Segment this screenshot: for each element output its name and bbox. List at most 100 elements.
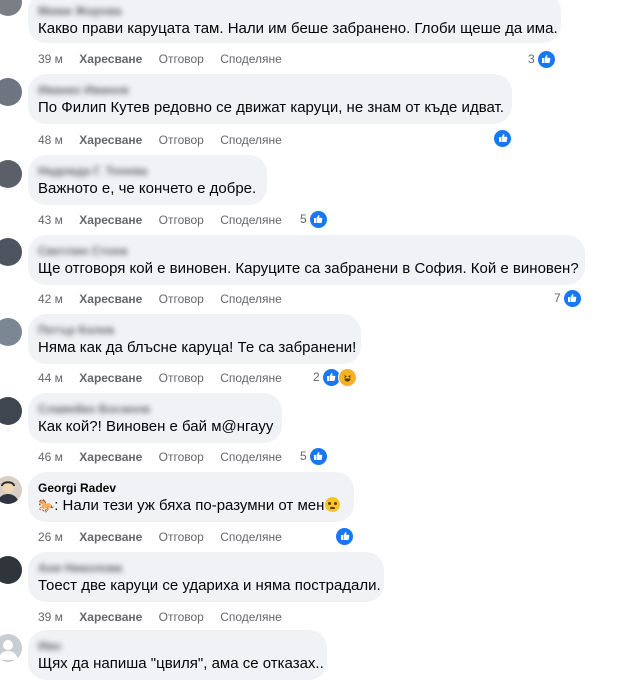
comment-author[interactable]: Надежда Г. Тонева — [38, 163, 255, 179]
comment-time[interactable]: 46 м — [38, 450, 63, 464]
reaction-summary[interactable]: 2 — [313, 367, 357, 387]
comment-bubble: Светлин Стоев Ще отговоря кой е виновен.… — [28, 235, 585, 285]
comment-bubble: Иванко Иванов По Филип Кутев редовно се … — [28, 74, 512, 124]
reaction-summary[interactable]: 7 — [554, 288, 582, 308]
comment-bubble: Мими Жорова Какво прави каруцата там. На… — [28, 0, 561, 43]
comment-text: 🐎: Нали тези уж бяха по-разумни от мен — [38, 496, 342, 516]
comment-bubble: Ани Николова Тоест две каруци се удариха… — [28, 552, 384, 602]
comment-actions: 39 м Харесване Отговор Споделяне — [38, 51, 295, 67]
comment-author[interactable]: Мими Жорова — [38, 3, 549, 19]
share-button[interactable]: Споделяне — [220, 371, 282, 385]
comment-time[interactable]: 44 м — [38, 371, 63, 385]
comment-text: Тоест две каруци се удариха и няма постр… — [38, 577, 381, 594]
comment-author[interactable]: Славейко Босанов — [38, 401, 270, 417]
comment-actions: 39 м Харесване Отговор Споделяне — [38, 609, 295, 625]
reply-button[interactable]: Отговор — [159, 292, 204, 306]
comment-text: Ще отговоря кой е виновен. Каруците са з… — [38, 260, 579, 277]
comment-actions: 44 м Харесване Отговор Споделяне — [38, 370, 295, 386]
comment-text-body: : Нали тези уж бяха по-разумни от мен — [54, 497, 325, 514]
comment-text: Как кой?! Виновен е бай м@нгауу — [38, 418, 274, 435]
like-reaction-icon — [562, 288, 582, 308]
avatar[interactable] — [0, 634, 22, 662]
like-button[interactable]: Харесване — [79, 530, 142, 544]
reaction-count: 7 — [554, 291, 561, 305]
like-reaction-icon — [335, 526, 354, 546]
reply-button[interactable]: Отговор — [159, 133, 204, 147]
comment-time[interactable]: 42 м — [38, 292, 63, 306]
reply-button[interactable]: Отговор — [159, 530, 204, 544]
reaction-summary[interactable]: 5 — [300, 446, 328, 466]
reaction-count: 2 — [313, 370, 320, 384]
reply-button[interactable]: Отговор — [159, 371, 204, 385]
like-reaction-icon — [308, 209, 328, 229]
reaction-summary[interactable] — [335, 526, 354, 546]
avatar[interactable] — [0, 0, 22, 16]
reaction-summary[interactable]: 5 — [300, 209, 328, 229]
haha-reaction-icon — [337, 367, 357, 387]
like-reaction-icon — [493, 128, 512, 148]
avatar[interactable] — [0, 476, 22, 504]
reply-button[interactable]: Отговор — [159, 610, 204, 624]
share-button[interactable]: Споделяне — [220, 610, 282, 624]
comment-author[interactable]: Иво — [38, 638, 315, 654]
reaction-count: 3 — [528, 52, 535, 66]
avatar[interactable] — [0, 556, 22, 584]
thinking-emoji-icon — [325, 497, 341, 512]
comment-bubble: Georgi Radev 🐎: Нали тези уж бяха по-раз… — [28, 472, 354, 522]
reply-button[interactable]: Отговор — [159, 52, 204, 66]
comment-author[interactable]: Georgi Radev — [38, 480, 342, 496]
comment-time[interactable]: 48 м — [38, 133, 63, 147]
like-button[interactable]: Харесване — [79, 133, 142, 147]
like-reaction-icon — [308, 446, 328, 466]
comment-time[interactable]: 43 м — [38, 213, 63, 227]
comment-bubble: Славейко Босанов Как кой?! Виновен е бай… — [28, 393, 282, 443]
like-button[interactable]: Харесване — [79, 610, 142, 624]
avatar[interactable] — [0, 78, 22, 106]
horse-emoji-icon: 🐎 — [38, 498, 55, 513]
comment-actions: 48 м Харесване Отговор Споделяне — [38, 132, 295, 148]
reaction-summary[interactable]: 3 — [528, 49, 556, 69]
avatar[interactable] — [0, 318, 22, 346]
like-button[interactable]: Харесване — [79, 371, 142, 385]
avatar[interactable] — [0, 397, 22, 425]
comment-actions: 43 м Харесване Отговор Споделяне — [38, 212, 295, 228]
share-button[interactable]: Споделяне — [220, 213, 282, 227]
comment-text: Няма как да блъсне каруца! Те са забране… — [38, 339, 357, 356]
comment-bubble: Надежда Г. Тонева Важното е, че кончето … — [28, 155, 267, 205]
share-button[interactable]: Споделяне — [220, 292, 282, 306]
comment-text: Щях да напиша "цвиля", ама се отказах.. — [38, 655, 324, 672]
profile-photo-icon — [0, 481, 19, 504]
comment-actions: 46 м Харесване Отговор Споделяне — [38, 449, 295, 465]
comment-text: Какво прави каруцата там. Нали им беше з… — [38, 20, 558, 37]
comment-text: По Филип Кутев редовно се движат каруци,… — [38, 99, 504, 116]
reaction-count: 5 — [300, 212, 307, 226]
comment-feed: Мими Жорова Какво прави каруцата там. На… — [0, 0, 643, 680]
comment-time[interactable]: 39 м — [38, 52, 63, 66]
like-reaction-icon — [536, 49, 556, 69]
avatar[interactable] — [0, 238, 22, 266]
comment-bubble: Иво Щях да напиша "цвиля", ама се отказа… — [28, 630, 327, 680]
share-button[interactable]: Споделяне — [220, 530, 282, 544]
like-button[interactable]: Харесване — [79, 292, 142, 306]
reaction-count: 5 — [300, 449, 307, 463]
comment-author[interactable]: Иванко Иванов — [38, 82, 500, 98]
avatar[interactable] — [0, 160, 22, 188]
reply-button[interactable]: Отговор — [159, 213, 204, 227]
comment-text: Важното е, че кончето е добре. — [38, 180, 257, 197]
like-button[interactable]: Харесване — [79, 52, 142, 66]
comment-actions: 42 м Харесване Отговор Споделяне — [38, 291, 295, 307]
share-button[interactable]: Споделяне — [220, 52, 282, 66]
comment-time[interactable]: 26 м — [38, 530, 63, 544]
share-button[interactable]: Споделяне — [220, 133, 282, 147]
default-avatar-icon — [0, 640, 18, 660]
share-button[interactable]: Споделяне — [220, 450, 282, 464]
comment-author[interactable]: Ани Николова — [38, 560, 372, 576]
reaction-summary[interactable] — [493, 128, 512, 148]
comment-author[interactable]: Петър Колев — [38, 322, 349, 338]
like-button[interactable]: Харесване — [79, 213, 142, 227]
reply-button[interactable]: Отговор — [159, 450, 204, 464]
comment-author[interactable]: Светлин Стоев — [38, 243, 573, 259]
like-button[interactable]: Харесване — [79, 450, 142, 464]
comment-time[interactable]: 39 м — [38, 610, 63, 624]
comment-bubble: Петър Колев Няма как да блъсне каруца! Т… — [28, 314, 361, 364]
